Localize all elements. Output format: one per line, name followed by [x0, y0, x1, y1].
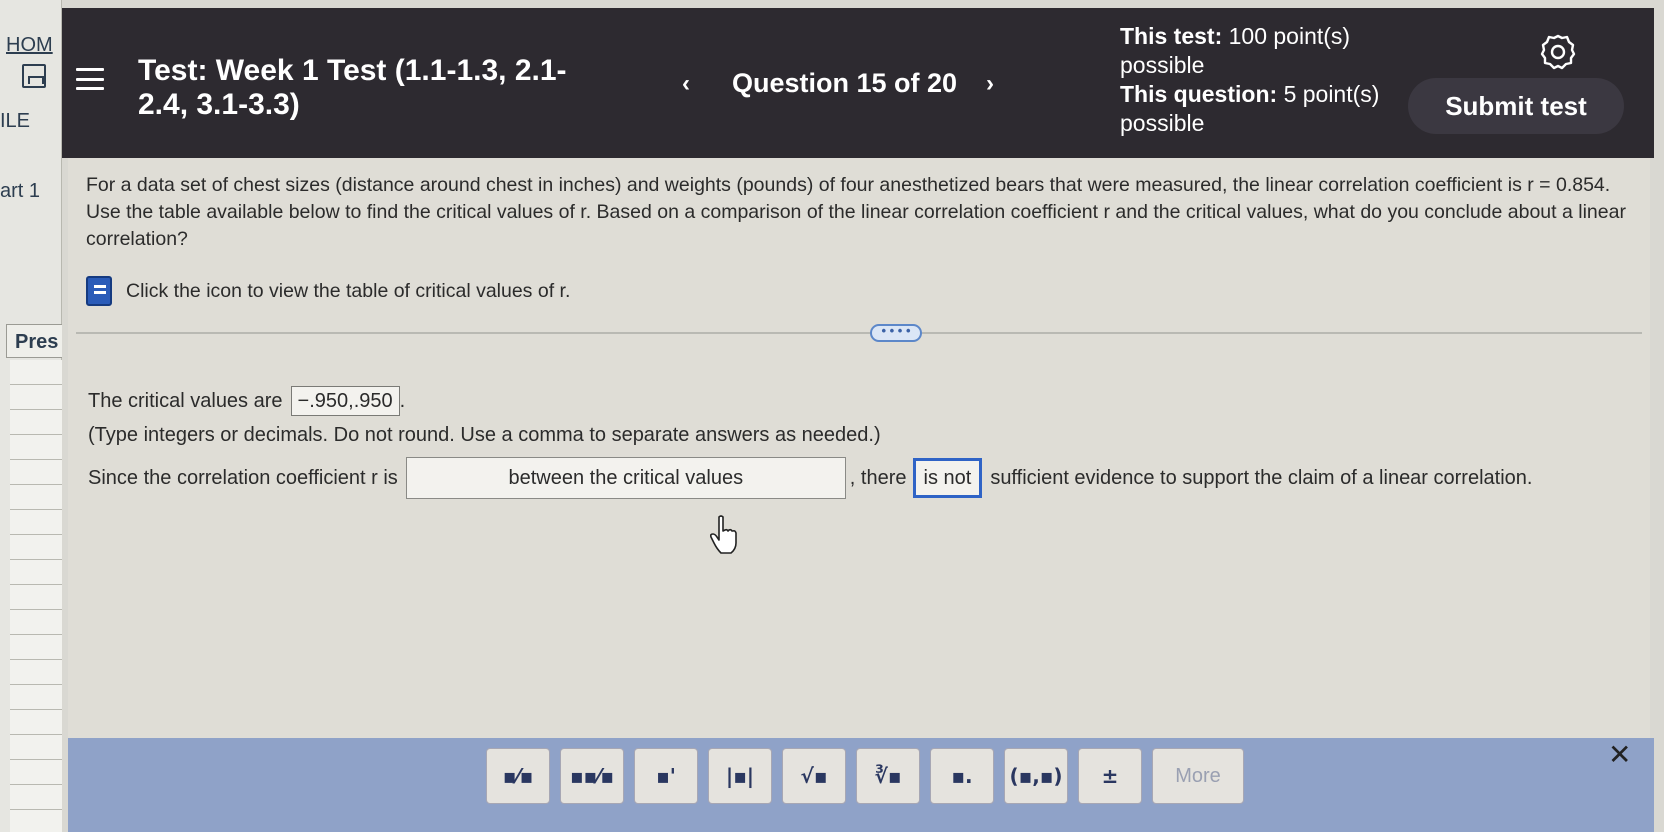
conclusion-middle: , there: [849, 466, 907, 489]
divider: [76, 332, 1642, 334]
exponent-button[interactable]: ▪': [634, 748, 698, 804]
plus-minus-button[interactable]: ±: [1078, 748, 1142, 804]
file-label: ILE: [0, 110, 31, 132]
test-header: Test: Week 1 Test (1.1-1.3, 2.1-2.4, 3.1…: [62, 8, 1654, 158]
points-info: This test: 100 point(s) possible This qu…: [1120, 22, 1390, 138]
table-link-text: Click the icon to view the table of crit…: [126, 279, 571, 302]
expand-handle[interactable]: • • • •: [870, 324, 922, 342]
critical-values-table-link[interactable]: Click the icon to view the table of crit…: [86, 276, 570, 306]
question-text: For a data set of chest sizes (distance …: [86, 174, 1626, 250]
absolute-value-button[interactable]: |▪|: [708, 748, 772, 804]
ordered-pair-button[interactable]: (▪,▪): [1004, 748, 1068, 804]
book-icon[interactable]: [86, 276, 112, 306]
evidence-dropdown[interactable]: is not: [912, 458, 983, 498]
critical-values-prefix: The critical values are: [88, 389, 283, 412]
more-button[interactable]: More: [1152, 748, 1244, 804]
critical-values-input[interactable]: −.950,.950: [290, 386, 400, 416]
comparison-dropdown[interactable]: between the critical values: [405, 457, 846, 499]
chart-label: art 1: [0, 180, 41, 202]
question-panel: For a data set of chest sizes (distance …: [68, 158, 1650, 738]
background-window-strip: HOM ILE art 1 Pres: [0, 0, 62, 832]
save-icon[interactable]: [22, 64, 46, 88]
test-title: Test: Week 1 Test (1.1-1.3, 2.1-2.4, 3.1…: [138, 54, 567, 121]
decimal-button[interactable]: ▪.: [930, 748, 994, 804]
question-counter[interactable]: Question 15 of 20: [732, 68, 957, 99]
close-icon[interactable]: ✕: [1608, 738, 1631, 771]
question-points-label: This question:: [1120, 81, 1278, 107]
submit-test-button[interactable]: Submit test: [1408, 78, 1624, 134]
spreadsheet-rows: [10, 360, 62, 832]
conclusion-prefix: Since the correlation coefficient r is: [88, 466, 398, 489]
math-toolbar: ▪⁄▪ ▪▪⁄▪ ▪' |▪| √▪ ∛▪ ▪. (▪,▪) ± More ✕: [68, 738, 1654, 832]
critical-values-suffix: .: [399, 389, 406, 412]
mixed-number-button[interactable]: ▪▪⁄▪: [560, 748, 624, 804]
fraction-button[interactable]: ▪⁄▪: [486, 748, 550, 804]
answer-hint: (Type integers or decimals. Do not round…: [88, 424, 881, 446]
next-question-button[interactable]: ›: [986, 70, 994, 98]
previous-question-button[interactable]: ‹: [682, 70, 690, 98]
nth-root-button[interactable]: ∛▪: [856, 748, 920, 804]
critical-values-line: The critical values are −.950,.950 .: [88, 386, 405, 416]
conclusion-line: Since the correlation coefficient r is b…: [88, 456, 1532, 500]
menu-icon[interactable]: [76, 68, 104, 90]
pres-tab[interactable]: Pres: [6, 324, 62, 358]
square-root-button[interactable]: √▪: [782, 748, 846, 804]
conclusion-suffix: sufficient evidence to support the claim…: [990, 466, 1533, 489]
home-link[interactable]: HOM: [6, 34, 53, 57]
test-points-label: This test:: [1120, 23, 1223, 49]
hand-cursor-icon: [710, 515, 737, 554]
gear-icon[interactable]: [1540, 34, 1576, 70]
